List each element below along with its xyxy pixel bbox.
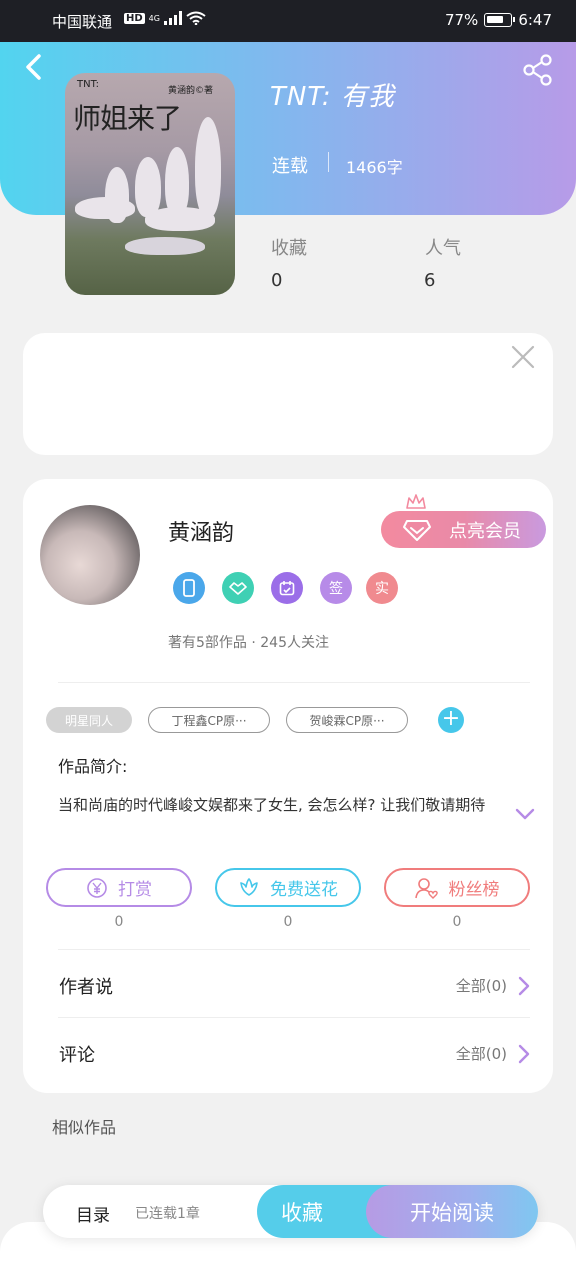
phone-badge-icon[interactable] bbox=[173, 572, 205, 604]
flower-icon bbox=[240, 877, 258, 896]
author-says-row[interactable]: 作者说 全部(0) bbox=[23, 957, 553, 1017]
author-name[interactable]: 黄涵韵 bbox=[168, 515, 234, 547]
comments-more: 全部(0) bbox=[455, 1045, 507, 1063]
diamond-icon bbox=[403, 520, 431, 541]
divider bbox=[58, 682, 530, 683]
intro-text: 当和尚庙的时代峰峻文娱都来了女生, 会怎么样? 让我们敬请期待 bbox=[58, 796, 486, 814]
author-avatar[interactable] bbox=[40, 505, 140, 605]
author-says-title: 作者说 bbox=[59, 977, 113, 998]
network-indicators: HD 4G bbox=[124, 11, 206, 25]
book-status: 连载 bbox=[272, 156, 308, 177]
tip-button[interactable]: 打赏 bbox=[46, 868, 192, 907]
tip-count: 0 bbox=[114, 914, 124, 930]
start-reading-label: 开始阅读 bbox=[410, 1200, 494, 1225]
start-reading-button[interactable]: 开始阅读 bbox=[366, 1185, 538, 1238]
handshake-badge-icon[interactable] bbox=[222, 572, 254, 604]
share-icon[interactable] bbox=[522, 54, 554, 86]
ad-banner[interactable] bbox=[23, 333, 553, 455]
comments-row[interactable]: 评论 全部(0) bbox=[23, 1025, 553, 1085]
author-meta: 著有5部作品 · 245人关注 bbox=[168, 635, 329, 651]
comments-title: 评论 bbox=[59, 1045, 95, 1066]
back-arrow-icon[interactable] bbox=[20, 52, 46, 82]
chevron-down-icon[interactable] bbox=[514, 806, 536, 822]
book-cover[interactable]: TNT: 黄涵韵©著 师姐来了 bbox=[65, 73, 235, 295]
signal-icon bbox=[163, 11, 182, 25]
verified-badge-icon[interactable]: 实 bbox=[366, 572, 398, 604]
favorites-value: 0 bbox=[271, 270, 283, 291]
add-tag-button[interactable]: + bbox=[438, 707, 464, 733]
flower-count: 0 bbox=[283, 914, 293, 930]
verified-badge-text: 实 bbox=[375, 581, 389, 597]
status-bar: 中国联通 HD 4G 77% 6:47 bbox=[0, 0, 576, 42]
wifi-icon bbox=[186, 11, 206, 25]
favorite-label: 收藏 bbox=[281, 1200, 323, 1225]
battery-percent: 77% bbox=[444, 11, 479, 29]
status-divider bbox=[328, 152, 329, 172]
tag-cp-2[interactable]: 贺峻霖CP原··· bbox=[286, 707, 408, 733]
cover-illustration bbox=[75, 117, 225, 267]
vip-button-label: 点亮会员 bbox=[449, 520, 521, 542]
hd-badge: HD bbox=[124, 12, 145, 24]
fan-ranking-button[interactable]: 粉丝榜 bbox=[384, 868, 530, 907]
popularity-value: 6 bbox=[424, 270, 436, 291]
network-type: 4G bbox=[148, 13, 160, 23]
sign-badge-icon[interactable]: 签 bbox=[320, 572, 352, 604]
carrier-name: 中国联通 bbox=[52, 13, 113, 31]
fan-ranking-label: 粉丝榜 bbox=[448, 880, 500, 900]
status-right: 77% 6:47 bbox=[445, 11, 552, 29]
fan-count: 0 bbox=[452, 914, 462, 930]
send-flower-label: 免费送花 bbox=[270, 880, 338, 900]
yen-coin-icon bbox=[87, 877, 107, 898]
tag-cp-1[interactable]: 丁程鑫CP原··· bbox=[148, 707, 270, 733]
tip-label: 打赏 bbox=[118, 880, 152, 900]
battery-icon bbox=[484, 13, 516, 27]
table-of-contents-button[interactable]: 目录 bbox=[76, 1201, 110, 1226]
cover-title: 师姐来了 bbox=[73, 102, 182, 135]
cover-small-text: TNT: bbox=[77, 79, 99, 90]
sign-badge-text: 签 bbox=[329, 581, 343, 597]
divider bbox=[58, 949, 530, 950]
intro-label: 作品简介: bbox=[58, 757, 128, 776]
chapter-count: 已连载1章 bbox=[135, 1206, 200, 1222]
tag-genre[interactable]: 明星同人 bbox=[46, 707, 132, 733]
similar-works-heading: 相似作品 bbox=[52, 1118, 117, 1137]
calendar-badge-icon[interactable] bbox=[271, 572, 303, 604]
clock: 6:47 bbox=[518, 11, 552, 29]
cover-author-text: 黄涵韵©著 bbox=[167, 86, 213, 96]
author-says-more: 全部(0) bbox=[455, 977, 507, 995]
favorites-label: 收藏 bbox=[271, 238, 307, 259]
popularity-label: 人气 bbox=[425, 238, 461, 259]
send-flower-button[interactable]: 免费送花 bbox=[215, 868, 361, 907]
fan-user-icon bbox=[414, 877, 438, 899]
chevron-right-icon bbox=[518, 976, 530, 996]
chevron-right-icon bbox=[518, 1044, 530, 1064]
crown-icon bbox=[406, 494, 426, 509]
word-count: 1466字 bbox=[346, 158, 403, 177]
divider bbox=[58, 1017, 530, 1018]
book-title: TNT: 有我 bbox=[270, 82, 395, 112]
close-icon[interactable] bbox=[510, 344, 536, 370]
